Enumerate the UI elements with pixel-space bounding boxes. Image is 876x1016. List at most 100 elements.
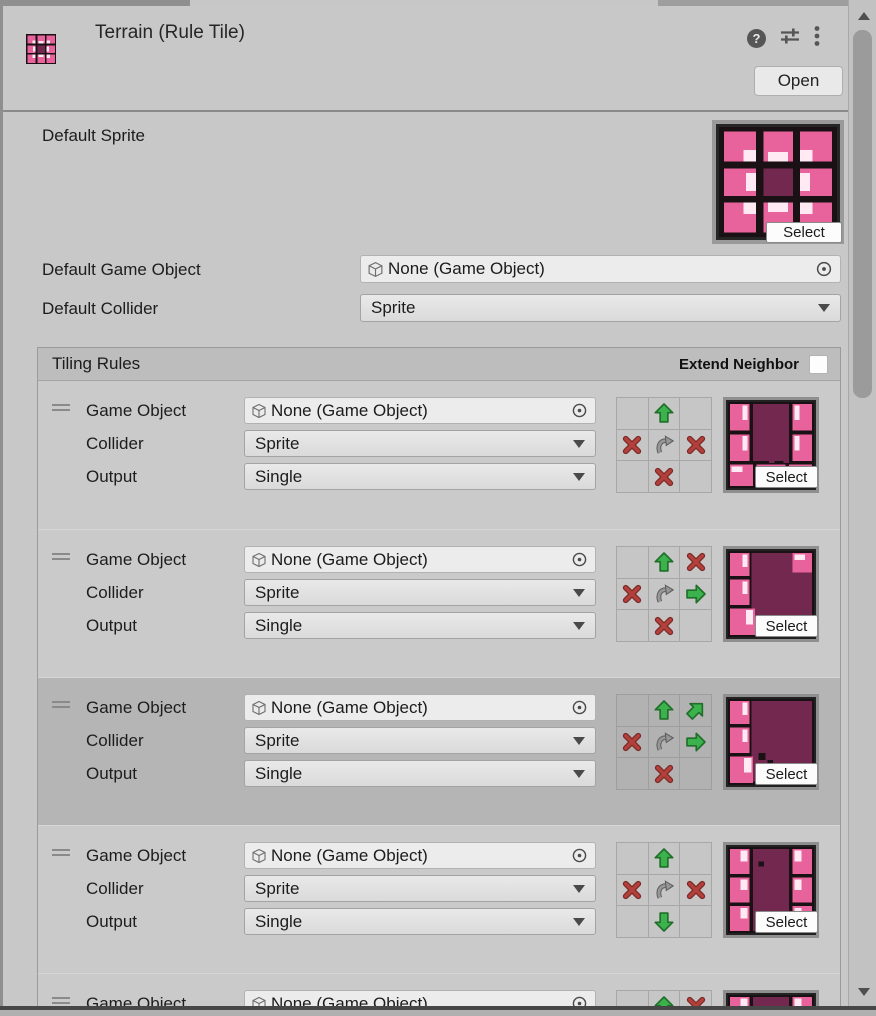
rule-collider-dropdown[interactable]: Sprite xyxy=(244,430,596,457)
rule-sprite-preview[interactable]: Select xyxy=(723,397,819,493)
vertical-scrollbar[interactable] xyxy=(848,0,876,1016)
rule-output-dropdown[interactable]: Single xyxy=(244,760,596,787)
rule-output-label: Output xyxy=(86,908,137,935)
window-bottom-margin xyxy=(0,1010,876,1016)
kebab-menu-icon[interactable] xyxy=(814,25,820,52)
rule-sprite-preview[interactable]: Select xyxy=(723,546,819,642)
neighbor-cell-x-icon[interactable] xyxy=(617,875,648,906)
neighbor-rule-grid xyxy=(616,546,712,642)
default-sprite-preview[interactable]: Select xyxy=(712,120,844,244)
rule-sprite-select-button[interactable]: Select xyxy=(755,615,818,637)
rule-game-object-field[interactable]: None (Game Object) xyxy=(244,546,596,573)
extend-neighbor-checkbox[interactable] xyxy=(809,355,828,374)
rule-game-object-field[interactable]: None (Game Object) xyxy=(244,397,596,424)
neighbor-cell-empty[interactable] xyxy=(680,461,711,492)
window-bottom-edge xyxy=(0,1006,876,1010)
neighbor-cell-arrow-up-icon[interactable] xyxy=(649,398,680,429)
neighbor-cell-x-icon[interactable] xyxy=(680,547,711,578)
object-picker-icon[interactable] xyxy=(570,698,589,717)
tiling-rule-row-3[interactable]: Game Object Collider Output None (Game O… xyxy=(38,677,840,825)
tiling-rules-section: Tiling Rules Extend Neighbor Game Object… xyxy=(37,347,841,1016)
rule-output-dropdown[interactable]: Single xyxy=(244,908,596,935)
scrollbar-up-arrow-icon[interactable] xyxy=(858,12,870,20)
neighbor-cell-x-icon[interactable] xyxy=(680,875,711,906)
rule-game-object-label: Game Object xyxy=(86,842,186,869)
presets-icon[interactable] xyxy=(779,26,801,51)
neighbor-cell-x-icon[interactable] xyxy=(617,579,648,610)
drag-handle-icon[interactable] xyxy=(52,553,70,561)
neighbor-cell-empty[interactable] xyxy=(617,695,648,726)
rule-game-object-field[interactable]: None (Game Object) xyxy=(244,694,596,721)
rule-output-dropdown[interactable]: Single xyxy=(244,463,596,490)
neighbor-cell-x-icon[interactable] xyxy=(617,430,648,461)
default-collider-dropdown[interactable]: Sprite xyxy=(360,294,841,322)
rule-sprite-preview[interactable]: Select xyxy=(723,842,819,938)
object-picker-icon[interactable] xyxy=(570,846,589,865)
cube-icon xyxy=(367,261,384,278)
neighbor-cell-empty[interactable] xyxy=(617,758,648,789)
neighbor-cell-x-icon[interactable] xyxy=(680,430,711,461)
header-divider xyxy=(3,110,851,112)
open-button[interactable]: Open xyxy=(754,66,843,96)
neighbor-cell-empty[interactable] xyxy=(617,610,648,641)
neighbor-cell-empty[interactable] xyxy=(680,398,711,429)
default-sprite-label: Default Sprite xyxy=(42,126,145,146)
rule-output-dropdown[interactable]: Single xyxy=(244,612,596,639)
rule-collider-dropdown[interactable]: Sprite xyxy=(244,875,596,902)
dropdown-arrow-icon xyxy=(818,304,830,312)
neighbor-cell-arrow-up-icon[interactable] xyxy=(649,843,680,874)
neighbor-cell-rotate-icon[interactable] xyxy=(649,430,680,461)
neighbor-cell-rotate-icon[interactable] xyxy=(649,579,680,610)
rule-game-object-field[interactable]: None (Game Object) xyxy=(244,842,596,869)
neighbor-cell-rotate-icon[interactable] xyxy=(649,875,680,906)
rule-output-label: Output xyxy=(86,612,137,639)
object-picker-icon[interactable] xyxy=(570,401,589,420)
default-game-object-field[interactable]: None (Game Object) xyxy=(360,255,841,283)
drag-handle-icon[interactable] xyxy=(52,404,70,412)
dropdown-arrow-icon xyxy=(573,885,585,893)
neighbor-cell-x-icon[interactable] xyxy=(649,610,680,641)
neighbor-cell-empty[interactable] xyxy=(680,906,711,937)
neighbor-cell-rotate-icon[interactable] xyxy=(649,727,680,758)
neighbor-cell-arrow-up-icon[interactable] xyxy=(649,547,680,578)
neighbor-cell-empty[interactable] xyxy=(617,843,648,874)
drag-handle-icon[interactable] xyxy=(52,849,70,857)
tiling-rules-list: Game Object Collider Output None (Game O… xyxy=(38,381,840,1016)
inspector-window: Terrain (Rule Tile) ? Open Default Spri xyxy=(0,0,876,1016)
rule-sprite-select-button[interactable]: Select xyxy=(755,763,818,785)
scrollbar-down-arrow-icon[interactable] xyxy=(858,988,870,996)
neighbor-cell-empty[interactable] xyxy=(617,547,648,578)
neighbor-cell-arrow-up-right-icon[interactable] xyxy=(680,695,711,726)
drag-handle-icon[interactable] xyxy=(52,997,70,1005)
extend-neighbor-label: Extend Neighbor xyxy=(679,356,799,373)
rule-collider-label: Collider xyxy=(86,875,144,902)
neighbor-cell-x-icon[interactable] xyxy=(649,758,680,789)
default-sprite-select-button[interactable]: Select xyxy=(766,222,842,243)
rule-sprite-select-button[interactable]: Select xyxy=(755,466,818,488)
neighbor-cell-arrow-down-icon[interactable] xyxy=(649,906,680,937)
neighbor-cell-arrow-right-icon[interactable] xyxy=(680,579,711,610)
scrollbar-thumb[interactable] xyxy=(853,30,872,398)
tiling-rule-row-2[interactable]: Game Object Collider Output None (Game O… xyxy=(38,529,840,677)
tiling-rule-row-4[interactable]: Game Object Collider Output None (Game O… xyxy=(38,825,840,973)
neighbor-cell-empty[interactable] xyxy=(680,758,711,789)
rule-sprite-preview[interactable]: Select xyxy=(723,694,819,790)
object-picker-icon[interactable] xyxy=(570,550,589,569)
neighbor-cell-arrow-up-icon[interactable] xyxy=(649,695,680,726)
drag-handle-icon[interactable] xyxy=(52,701,70,709)
rule-collider-dropdown[interactable]: Sprite xyxy=(244,579,596,606)
neighbor-cell-empty[interactable] xyxy=(617,461,648,492)
neighbor-cell-empty[interactable] xyxy=(617,398,648,429)
rule-collider-dropdown[interactable]: Sprite xyxy=(244,727,596,754)
neighbor-cell-arrow-right-icon[interactable] xyxy=(680,727,711,758)
object-picker-icon[interactable] xyxy=(814,259,834,279)
tiling-rule-row-1[interactable]: Game Object Collider Output None (Game O… xyxy=(38,381,840,529)
neighbor-cell-x-icon[interactable] xyxy=(617,727,648,758)
window-left-edge xyxy=(0,6,3,1016)
neighbor-cell-empty[interactable] xyxy=(617,906,648,937)
neighbor-cell-empty[interactable] xyxy=(680,843,711,874)
neighbor-cell-empty[interactable] xyxy=(680,610,711,641)
neighbor-cell-x-icon[interactable] xyxy=(649,461,680,492)
help-icon[interactable]: ? xyxy=(747,29,766,48)
rule-sprite-select-button[interactable]: Select xyxy=(755,911,818,933)
